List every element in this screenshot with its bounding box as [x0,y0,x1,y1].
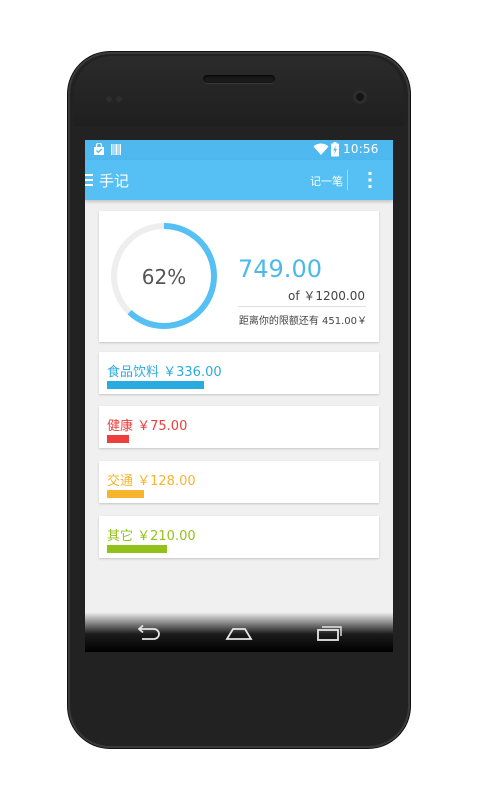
budget-summary-card[interactable]: 62% 749.00 of ￥1200.00 距离你的限额还有 451.00￥ [99,211,379,342]
add-entry-button[interactable]: 记一笔 [310,173,343,189]
proximity-sensor [106,96,112,102]
light-sensor [116,96,122,102]
status-time: 10:56 [343,142,379,156]
action-divider [347,170,348,190]
menu-icon [85,174,93,186]
category-bar [107,490,144,498]
barcode-icon [111,144,121,155]
category-bar [107,545,167,553]
category-card-transport[interactable]: 交通 ￥128.00 [99,461,379,503]
summary-divider [238,306,366,307]
navigation-bar [85,612,393,652]
back-button[interactable] [134,624,164,642]
category-label: 其它 ￥210.00 [107,529,196,544]
home-icon [225,628,253,640]
category-card-food[interactable]: 食品饮料 ￥336.00 [99,352,379,394]
status-bar: 10:56 [85,140,393,160]
category-label: 食品饮料 ￥336.00 [107,365,222,380]
battery-charging-icon [331,142,339,157]
action-bar: 手记 记一笔 [85,160,393,200]
navigation-drawer-button[interactable] [85,172,95,188]
overflow-menu-button[interactable] [363,170,377,190]
back-icon [137,624,160,640]
remaining-label: 距离你的限额还有 451.00￥ [238,316,367,327]
category-label: 交通 ￥128.00 [107,474,196,489]
percent-label: 62% [141,265,187,289]
category-bar [107,435,129,443]
front-camera [353,90,367,104]
earpiece-speaker [203,75,275,83]
shopping-bag-icon [94,143,104,155]
spent-amount: 749.00 [238,255,322,283]
category-card-health[interactable]: 健康 ￥75.00 [99,406,379,448]
recent-apps-button[interactable] [314,624,344,642]
more-vertical-icon [368,172,372,188]
wifi-icon [313,143,329,155]
app-title: 手记 [99,172,130,190]
category-bar [107,381,204,389]
category-label: 健康 ￥75.00 [107,419,188,434]
limit-label: of ￥1200.00 [287,289,365,303]
home-button[interactable] [224,624,254,642]
category-card-other[interactable]: 其它 ￥210.00 [99,516,379,558]
recent-apps-icon [317,626,342,641]
app-screen: 10:56 手记 记一笔 62% 749.00 of ￥1200.00 距离你的… [85,140,393,652]
